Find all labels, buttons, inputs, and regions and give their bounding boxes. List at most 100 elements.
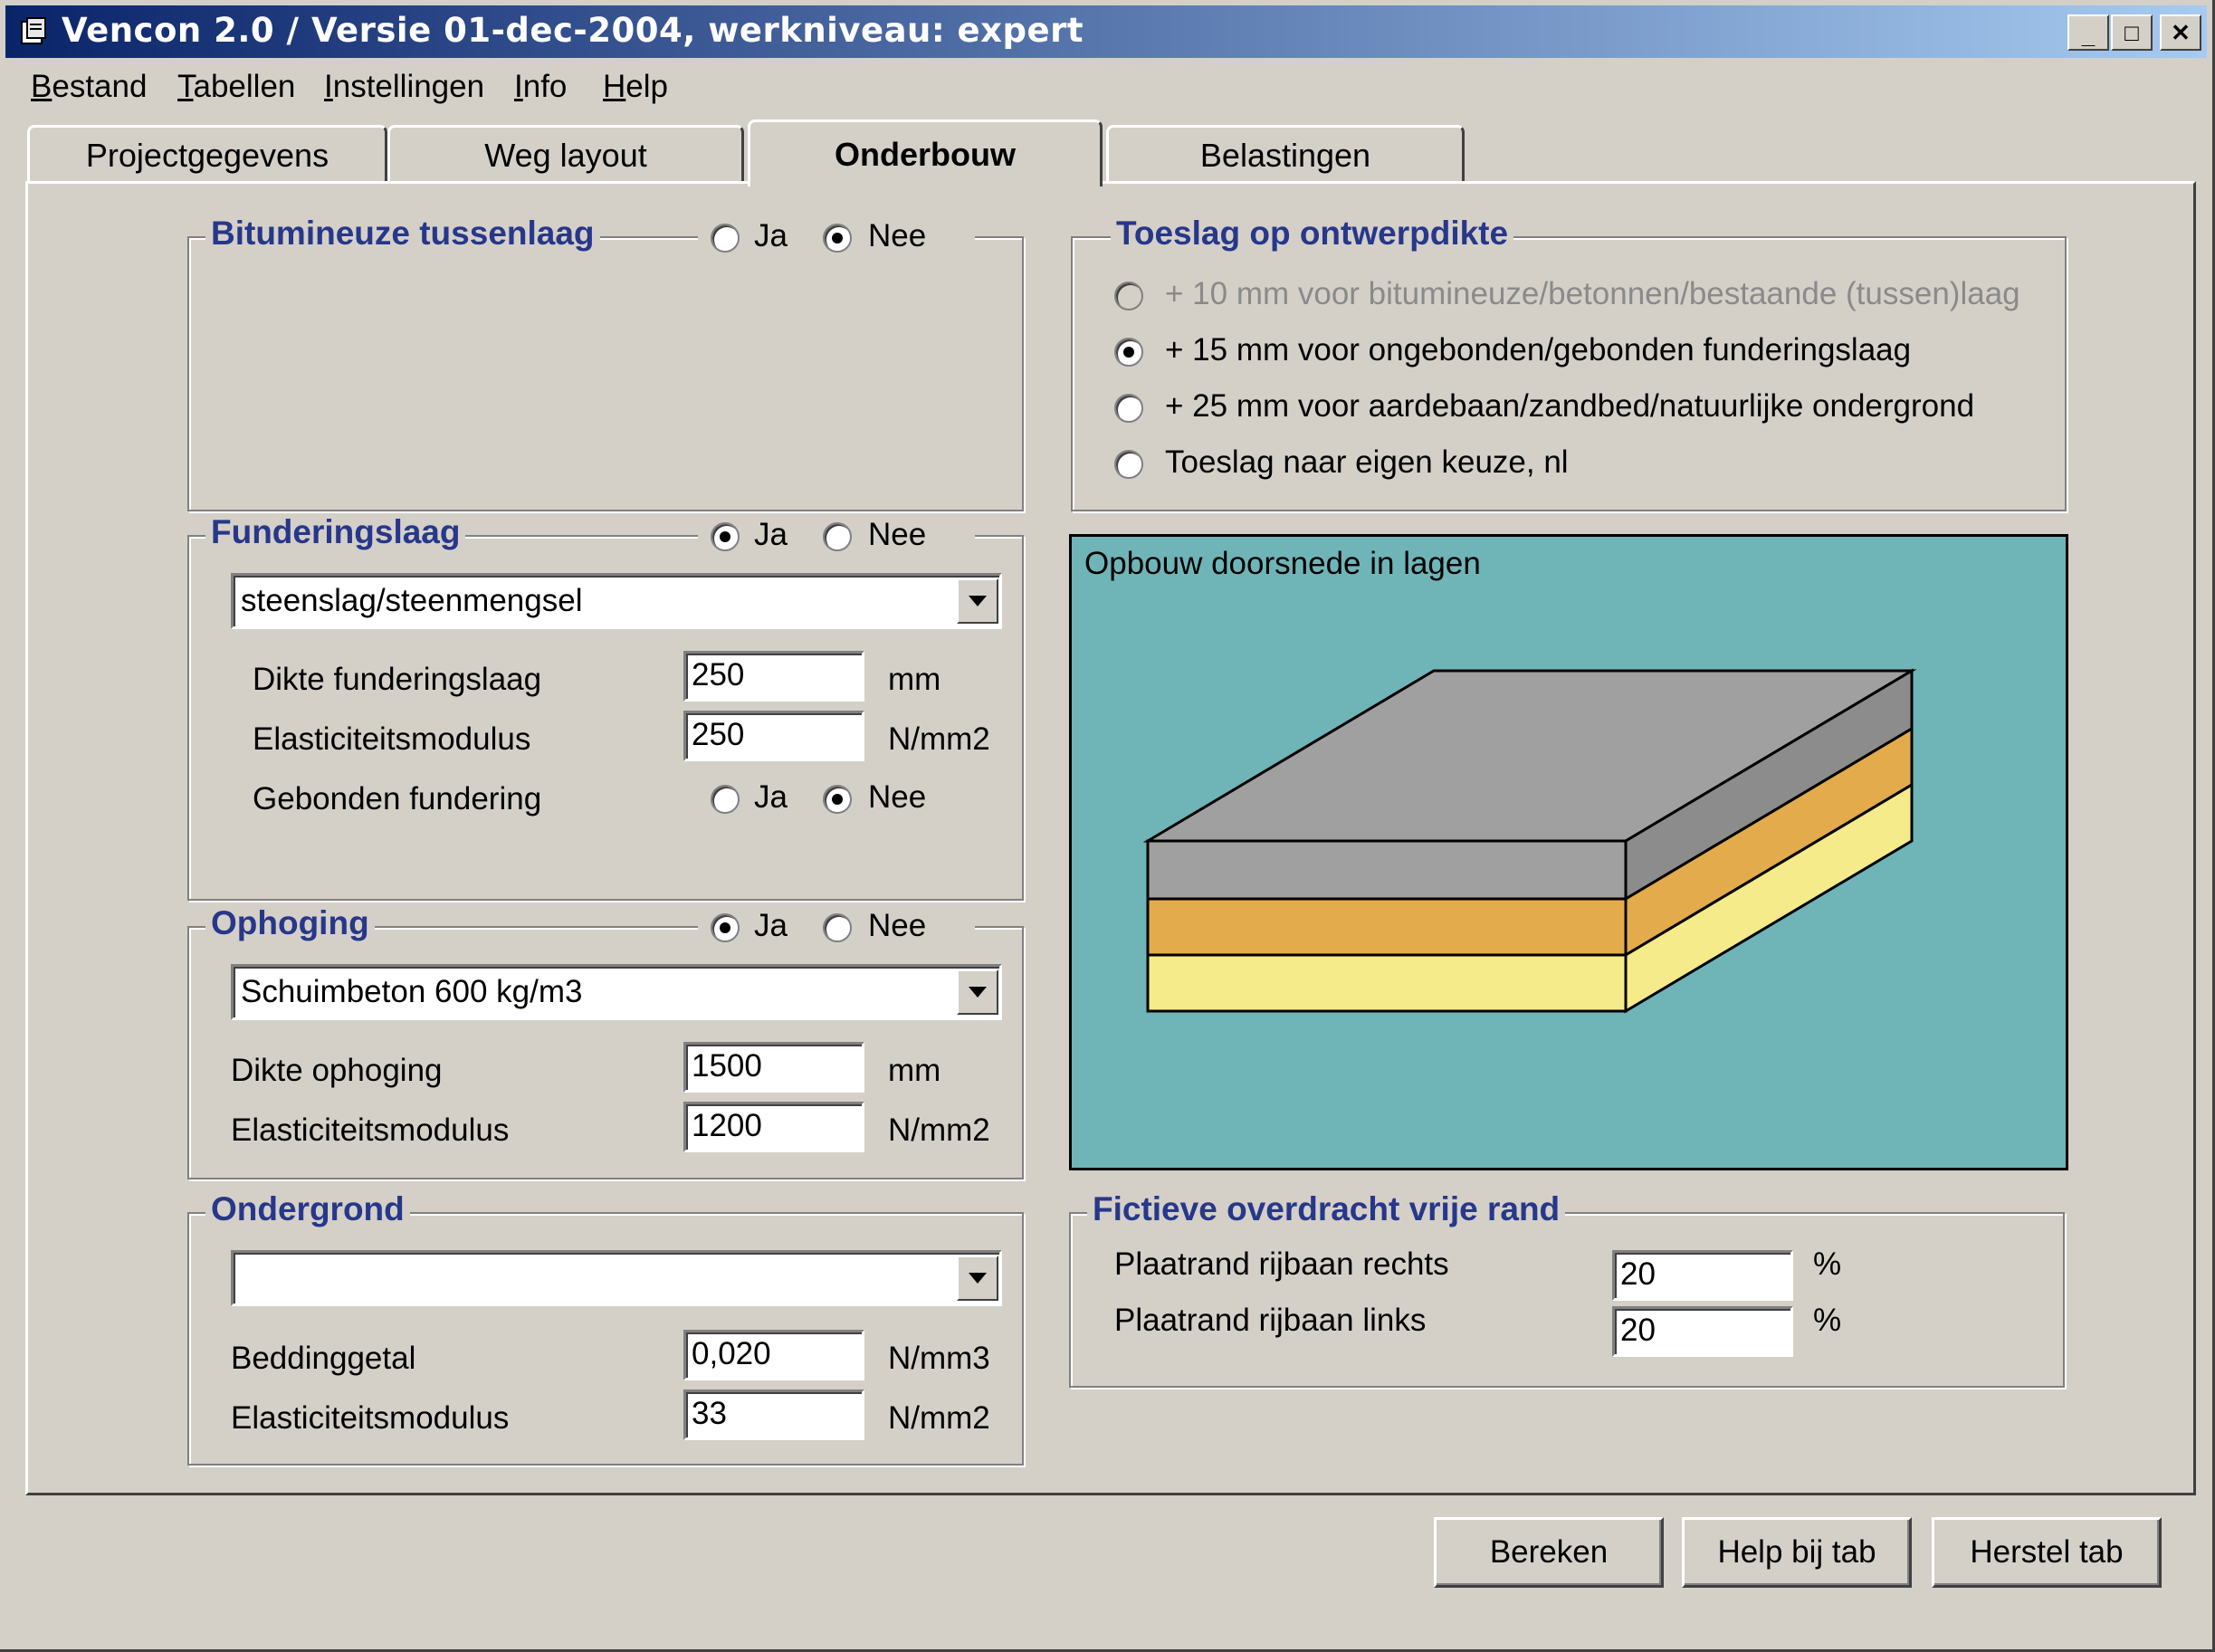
ophoging-ja-label: Ja: [754, 908, 788, 943]
ondergrond-material-dropdown-button[interactable]: [957, 1256, 998, 1301]
emod-ondergrond-input[interactable]: 33: [683, 1389, 864, 1440]
emod-fundering-input[interactable]: 250: [683, 711, 864, 761]
front-layer-orange: [1146, 897, 1628, 957]
emod-fundering-label: Elasticiteitsmodulus: [253, 721, 531, 757]
dikte-fundering-label: Dikte funderingslaag: [253, 662, 542, 697]
radio-selected-dot: [832, 233, 843, 244]
menu-bestand[interactable]: Bestand: [31, 69, 147, 105]
plaatrand-rechts-label: Plaatrand rijbaan rechts: [1114, 1246, 1449, 1282]
bitumineuze-nee-label: Nee: [868, 218, 927, 253]
maximize-icon: □: [2124, 18, 2139, 46]
plaatrand-rechts-input[interactable]: 20: [1612, 1250, 1793, 1301]
close-button[interactable]: ✕: [2160, 14, 2201, 51]
plaatrand-links-label: Plaatrand rijbaan links: [1114, 1303, 1427, 1338]
toeslag-option-15-label: + 15 mm voor ongebonden/gebonden funderi…: [1165, 332, 1912, 368]
beddinggetal-input[interactable]: 0,020: [683, 1330, 864, 1380]
emod-ondergrond-label: Elasticiteitsmodulus: [231, 1400, 510, 1436]
ophoging-ja-radio[interactable]: [711, 913, 740, 942]
overdracht-title: Fictieve overdracht vrije rand: [1087, 1190, 1566, 1228]
fundering-ja-label: Ja: [754, 517, 788, 552]
toeslag-option-25-radio[interactable]: [1114, 394, 1143, 423]
minimize-icon: _: [2081, 21, 2096, 49]
menu-help[interactable]: Help: [603, 69, 668, 105]
emod-ophoging-label: Elasticiteitsmodulus: [231, 1112, 510, 1148]
tab-projectgegevens[interactable]: Projectgegevens: [27, 125, 387, 183]
toeslag-option-10-label: + 10 mm voor bitumineuze/betonnen/bestaa…: [1165, 276, 2020, 311]
help-bij-tab-button[interactable]: Help bij tab: [1682, 1517, 1912, 1588]
chevron-down-icon: [969, 596, 987, 606]
gebonden-ja-label: Ja: [754, 779, 788, 815]
toeslag-option-eigen-radio[interactable]: [1114, 450, 1143, 479]
bitumineuze-title: Bitumineuze tussenlaag: [205, 215, 600, 253]
ondergrond-material-select[interactable]: [231, 1250, 1002, 1306]
gebonden-nee-radio[interactable]: [823, 785, 852, 814]
dikte-ophoging-input[interactable]: 1500: [683, 1042, 864, 1093]
emod-fundering-unit: N/mm2: [888, 721, 990, 757]
ophoging-material-select[interactable]: Schuimbeton 600 kg/m3: [231, 964, 1002, 1020]
gebonden-nee-label: Nee: [868, 779, 927, 815]
ophoging-nee-radio[interactable]: [823, 913, 852, 942]
ophoging-nee-label: Nee: [868, 908, 927, 943]
overdracht-group: [1069, 1212, 2065, 1388]
toeslag-title: Toeslag op ontwerpdikte: [1111, 215, 1514, 253]
plaatrand-links-input[interactable]: 20: [1612, 1306, 1793, 1357]
application-window: Vencon 2.0 / Versie 01-dec-2004, werkniv…: [0, 0, 2215, 1652]
fundering-material-select[interactable]: steenslag/steenmengsel: [231, 573, 1002, 629]
bitumineuze-ja-label: Ja: [754, 218, 788, 253]
fundering-nee-radio[interactable]: [823, 522, 852, 551]
menu-bar: Bestand Tabellen Instellingen Info Help: [5, 62, 2207, 116]
emod-ondergrond-unit: N/mm2: [888, 1400, 990, 1436]
menu-tabellen[interactable]: Tabellen: [177, 69, 295, 105]
chevron-down-icon: [969, 1273, 987, 1284]
tab-panel-onderbouw: Bitumineuze tussenlaag Ja Nee Funderings…: [25, 181, 2196, 1495]
radio-selected-dot: [832, 794, 843, 805]
menu-info[interactable]: Info: [514, 69, 567, 105]
radio-selected-dot: [720, 922, 730, 933]
radio-selected-dot: [1123, 347, 1134, 358]
bitumineuze-ja-radio[interactable]: [711, 224, 740, 253]
bitumineuze-nee-radio[interactable]: [823, 224, 852, 253]
app-icon: [21, 17, 46, 44]
emod-ophoging-input[interactable]: 1200: [683, 1102, 864, 1152]
radio-selected-dot: [720, 531, 730, 542]
plaatrand-links-unit: %: [1813, 1303, 1842, 1338]
opbouw-diagram: Opbouw doorsnede in lagen: [1069, 534, 2068, 1170]
ophoging-material-dropdown-button[interactable]: [957, 969, 998, 1015]
ophoging-material-value: Schuimbeton 600 kg/m3: [241, 974, 583, 1009]
fundering-material-dropdown-button[interactable]: [957, 578, 998, 624]
bereken-button[interactable]: Bereken: [1434, 1517, 1664, 1588]
front-layer-grey: [1146, 839, 1628, 901]
gebonden-fundering-label: Gebonden fundering: [253, 781, 542, 816]
front-layer-yellow: [1146, 953, 1628, 1013]
beddinggetal-label: Beddinggetal: [231, 1341, 416, 1376]
tab-weg-layout[interactable]: Weg layout: [387, 125, 744, 183]
herstel-tab-button[interactable]: Herstel tab: [1932, 1517, 2162, 1588]
menu-instellingen[interactable]: Instellingen: [324, 69, 484, 105]
toeslag-option-15-radio[interactable]: [1114, 338, 1143, 367]
layer-cross-section-drawing: [1142, 668, 1917, 1014]
bitumineuze-group: [187, 236, 1024, 511]
dikte-ophoging-unit: mm: [888, 1053, 941, 1088]
dikte-ophoging-label: Dikte ophoging: [231, 1053, 443, 1088]
fundering-material-value: steenslag/steenmengsel: [241, 583, 583, 618]
toeslag-option-eigen-label: Toeslag naar eigen keuze, nl: [1165, 444, 1569, 480]
window-title: Vencon 2.0 / Versie 01-dec-2004, werkniv…: [62, 11, 1084, 50]
fundering-ja-radio[interactable]: [711, 522, 740, 551]
chevron-down-icon: [969, 987, 987, 998]
title-bar[interactable]: Vencon 2.0 / Versie 01-dec-2004, werkniv…: [5, 5, 2207, 58]
toeslag-option-25-label: + 25 mm voor aardebaan/zandbed/natuurlij…: [1165, 388, 1975, 424]
tab-belastingen[interactable]: Belastingen: [1106, 125, 1465, 183]
gebonden-ja-radio[interactable]: [711, 785, 740, 814]
ophoging-title: Ophoging: [205, 904, 375, 942]
emod-ophoging-unit: N/mm2: [888, 1112, 990, 1148]
close-icon: ✕: [2171, 18, 2191, 46]
dikte-fundering-input[interactable]: 250: [683, 651, 864, 702]
minimize-button[interactable]: _: [2067, 14, 2109, 51]
fundering-nee-label: Nee: [868, 517, 927, 552]
toeslag-option-10-radio[interactable]: [1114, 282, 1143, 310]
dikte-fundering-unit: mm: [888, 662, 941, 697]
tab-onderbouw[interactable]: Onderbouw: [748, 119, 1103, 186]
maximize-button[interactable]: □: [2111, 14, 2153, 51]
fundering-title: Funderingslaag: [205, 513, 466, 551]
ondergrond-title: Ondergrond: [205, 1190, 410, 1228]
